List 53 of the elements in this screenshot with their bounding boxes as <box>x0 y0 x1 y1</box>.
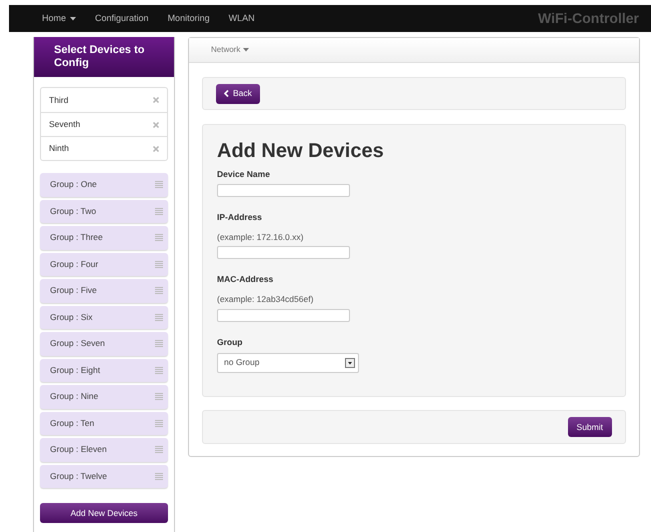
list-icon <box>155 181 163 188</box>
group-item[interactable]: Group : Four <box>40 252 168 276</box>
field-label: MAC-Address <box>217 273 274 286</box>
list-icon <box>155 208 163 215</box>
field-label: IP-Address <box>217 210 262 224</box>
group-select[interactable]: no Group <box>217 352 359 372</box>
group-item[interactable]: Group : Three <box>40 226 168 250</box>
remove-icon[interactable] <box>153 146 159 152</box>
group-item[interactable]: Group : Nine <box>40 385 168 408</box>
group-item[interactable]: Group : Twelve <box>40 464 168 488</box>
group-item[interactable]: Group : Eight <box>40 358 168 382</box>
nav-link[interactable]: Monitoring <box>168 12 210 26</box>
list-icon <box>155 260 163 268</box>
nav-link[interactable]: Home <box>42 12 76 26</box>
form-title: Add New Devices <box>217 139 385 163</box>
sidebar-title: Select Devices to Config <box>34 37 174 77</box>
list-icon <box>155 393 163 400</box>
remove-icon[interactable] <box>153 97 159 103</box>
list-icon <box>155 234 163 242</box>
list-icon <box>155 472 163 480</box>
group-item[interactable]: Group : Five <box>40 279 168 302</box>
nav-link[interactable]: Configuration <box>95 12 149 26</box>
selected-device-item[interactable]: Seventh <box>41 112 167 136</box>
remove-icon[interactable] <box>153 122 159 128</box>
nav-link[interactable]: WLAN <box>228 12 255 26</box>
caret-icon <box>243 48 250 52</box>
input-field[interactable] <box>217 246 350 260</box>
field-label: Device Name <box>217 168 270 181</box>
group-item[interactable]: Group : Six <box>40 306 168 329</box>
input-field[interactable] <box>217 308 350 322</box>
chevron-left-icon <box>224 90 229 97</box>
field-hint: (example: 172.16.0.xx) <box>217 230 304 244</box>
list-icon <box>155 366 163 374</box>
selected-device-item[interactable]: Ninth <box>41 136 167 160</box>
field-label: Group <box>217 336 242 348</box>
list-icon <box>155 446 163 454</box>
input-field[interactable] <box>217 184 350 197</box>
group-item[interactable]: Group : Seven <box>40 332 168 356</box>
network-menu[interactable]: Network <box>211 44 250 56</box>
group-item[interactable]: Group : Ten <box>40 412 168 435</box>
list-icon <box>155 420 163 427</box>
add-new-devices-button[interactable]: Add New Devices <box>40 503 168 523</box>
group-item[interactable]: Group : Eleven <box>40 438 168 462</box>
list-icon <box>155 287 163 294</box>
back-button[interactable]: Back <box>216 84 260 104</box>
list-icon <box>155 314 163 321</box>
selected-device-item[interactable]: Third <box>41 88 167 112</box>
submit-button[interactable]: Submit <box>568 417 612 437</box>
field-hint: (example: 12ab34cd56ef) <box>217 293 314 306</box>
group-item[interactable]: Group : One <box>40 173 168 196</box>
caret-icon <box>70 16 76 20</box>
list-icon <box>155 340 163 348</box>
group-item[interactable]: Group : Two <box>40 200 168 223</box>
